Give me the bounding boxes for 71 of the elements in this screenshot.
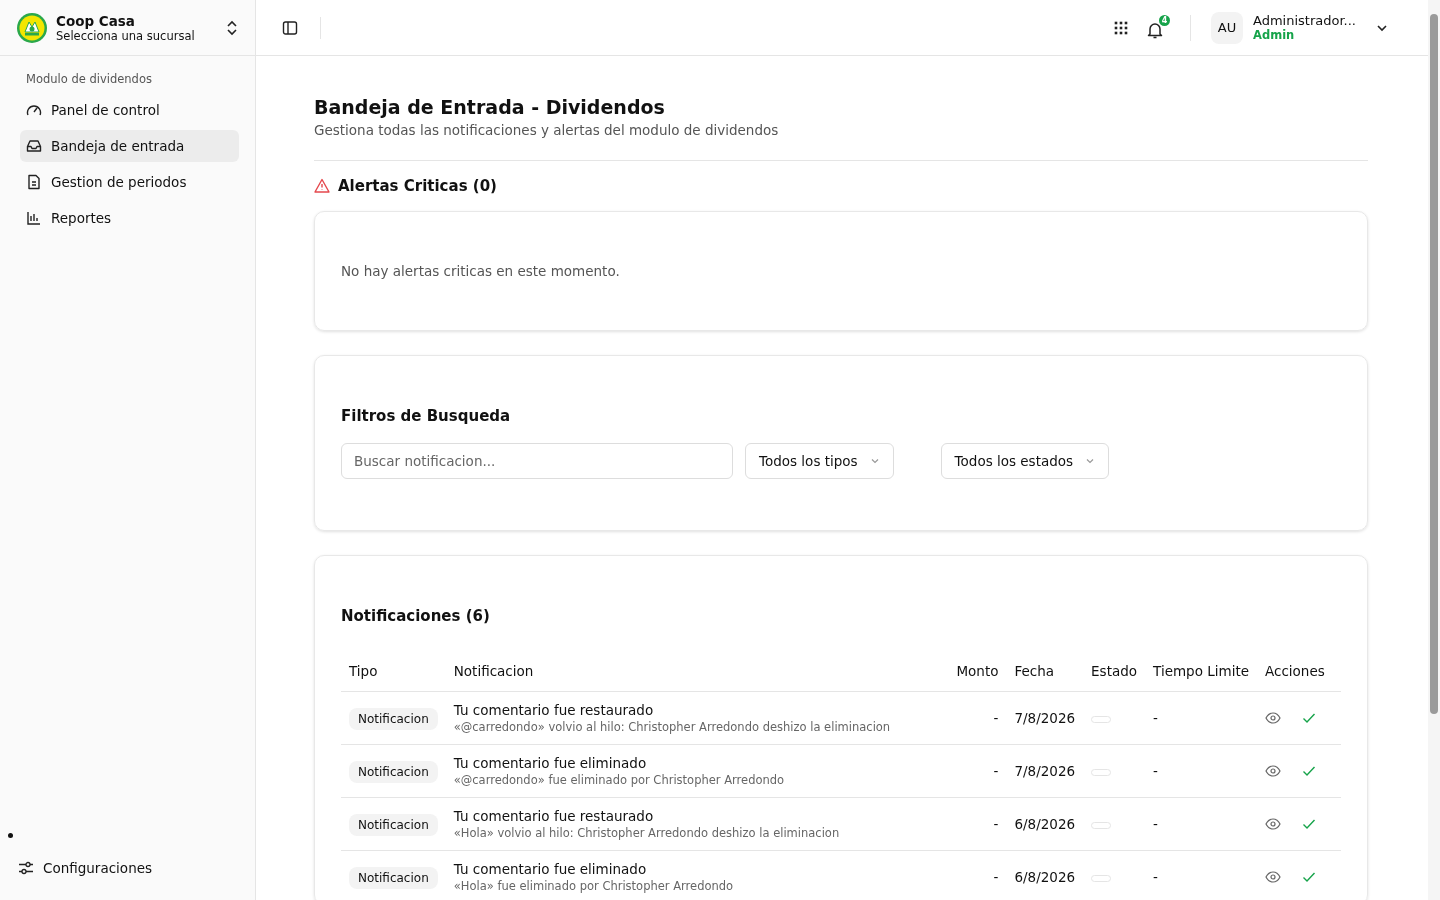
settings-item[interactable]: Configuraciones: [8, 852, 255, 884]
table-cell: -: [948, 744, 1007, 798]
notification-detail: «@carredondo» volvio al hilo: Christopher Arredondo deshizo la eliminacion: [453, 720, 892, 734]
nav-item[interactable]: Reportes: [20, 202, 239, 234]
table-cell: 7/8/2026: [1006, 744, 1084, 798]
nav-item[interactable]: Gestion de periodos: [20, 166, 239, 198]
notification-title: Tu comentario fue restaurado: [453, 808, 655, 824]
notification-detail: «Hola» fue eliminado por Christopher Arredondo: [453, 879, 735, 893]
type-badge: Notificacion: [349, 761, 438, 783]
column-header: Estado: [1083, 651, 1146, 692]
user-role: Admin: [1253, 28, 1296, 42]
table-cell: 6/8/2026: [1006, 850, 1084, 900]
notification-title: Tu comentario fue eliminado: [453, 861, 648, 877]
page-title: Bandeja de Entrada - Dividendos: [314, 96, 666, 118]
table-cell: -: [948, 797, 1007, 851]
table-cell: 7/8/2026: [1006, 691, 1084, 745]
user-name: Administrador...: [1253, 13, 1356, 28]
table-cell: -: [1145, 850, 1257, 900]
table-cell: -: [1145, 797, 1257, 851]
column-header: Notificacion: [445, 651, 949, 692]
type-badge: Notificacion: [349, 867, 438, 889]
notification-count-badge: 4: [1159, 14, 1170, 26]
notification-detail: «@carredondo» fue eliminado por Christopher Arredondo: [453, 773, 786, 787]
gauge-icon: [26, 102, 42, 118]
nav-item[interactable]: Bandeja de entrada: [20, 130, 239, 162]
column-header: Fecha: [1006, 651, 1084, 692]
page-subtitle: Gestiona todas las notificaciones y alertas del modulo de dividendos: [314, 122, 780, 138]
view-icon[interactable]: [1265, 710, 1281, 726]
warning-icon: [314, 178, 330, 194]
empty-message: No hay alertas criticas en este momento.: [341, 263, 620, 279]
notification-title: Tu comentario fue restaurado: [453, 702, 655, 718]
view-icon[interactable]: [1265, 763, 1281, 779]
bar-chart-icon: [26, 210, 42, 226]
type-select[interactable]: Todos los tipos: [745, 443, 894, 479]
bell-icon: [1146, 20, 1164, 39]
table-cell: -: [1145, 691, 1257, 745]
notification-detail: «Hola» volvio al hilo: Christopher Arredondo deshizo la eliminacion: [453, 826, 841, 840]
chevron-down-icon: [1085, 456, 1096, 466]
branch-selector-hint: Selecciona una sucursal: [56, 28, 196, 43]
section-label: Modulo de dividendos: [25, 71, 153, 88]
status-select[interactable]: Todos los estados: [940, 443, 1110, 479]
column-header: Monto: [948, 651, 1007, 692]
card-title: Notificaciones (6): [341, 607, 490, 625]
sliders-icon: [18, 860, 34, 876]
search-field[interactable]: Buscar notificacion...: [341, 443, 733, 479]
table-cell: -: [1145, 744, 1257, 798]
document-icon: [26, 174, 42, 190]
view-icon[interactable]: [1265, 869, 1281, 885]
table-cell: -: [948, 691, 1007, 745]
type-badge: Notificacion: [349, 708, 438, 730]
chevron-down-icon: [869, 456, 880, 466]
table-cell: -: [948, 850, 1007, 900]
inbox-icon: [26, 138, 42, 154]
card-title: Filtros de Busqueda: [341, 407, 511, 425]
apps-grid-icon[interactable]: [1114, 20, 1128, 35]
sidebar-toggle-icon[interactable]: [282, 19, 298, 36]
logo-icon: [16, 11, 48, 44]
column-header: Acciones: [1257, 651, 1341, 692]
chevrons-icon[interactable]: [225, 19, 239, 36]
column-header: Tipo: [341, 651, 446, 692]
user-avatar: AU: [1211, 11, 1243, 44]
nav-item[interactable]: Panel de control: [20, 94, 239, 126]
bullet-dot: [8, 833, 13, 838]
column-header: Tiempo Limite: [1145, 651, 1257, 692]
scrollbar[interactable]: [1428, 0, 1440, 900]
table-cell: 6/8/2026: [1006, 797, 1084, 851]
section-title: Alertas Criticas (0): [338, 177, 497, 195]
brand-name: Coop Casa: [56, 12, 136, 29]
view-icon[interactable]: [1265, 816, 1281, 832]
notification-title: Tu comentario fue eliminado: [453, 755, 648, 771]
type-badge: Notificacion: [349, 814, 438, 836]
